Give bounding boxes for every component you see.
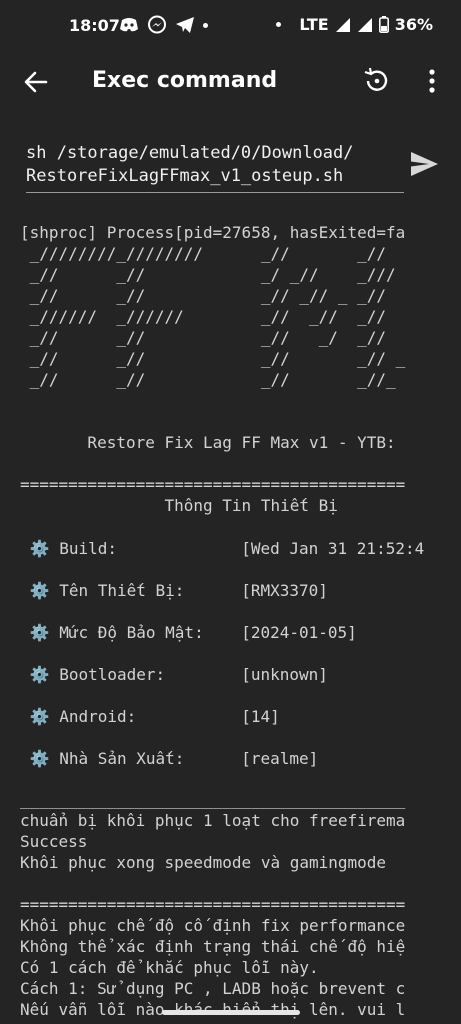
gear-icon: ⚙️: [29, 749, 50, 768]
gear-icon: ⚙️: [29, 623, 50, 642]
device-info-row: ⚙️ Bootloader: [unknown]: [20, 654, 461, 696]
signal-icon: [335, 17, 350, 32]
gear-icon: ⚙️: [29, 707, 50, 726]
device-info-row: ⚙️ Android: [14]: [20, 696, 461, 738]
device-info-row: ⚙️ Tên Thiết Bị: [RMX3370]: [20, 570, 461, 612]
discord-icon: [120, 18, 138, 32]
network-type: LTE: [299, 15, 329, 34]
output-line: Success: [20, 832, 88, 851]
info-label: Mức Độ Bảo Mật:: [59, 623, 204, 642]
ascii-art-line: _// _// _// _//_: [20, 370, 396, 389]
separator-line: ========================================: [20, 895, 406, 914]
output-line: Cách 1: Sử dụng PC , LADB hoặc brevent c: [20, 979, 406, 998]
info-label: Android:: [59, 707, 137, 726]
device-info-row: ⚙️ Nhà Sản Xuất: [realme]: [20, 738, 461, 780]
ascii-art-line: _////// _////// _// _// _//: [20, 307, 387, 326]
system-icons: LTE 36%: [276, 15, 433, 34]
command-output: [shproc] Process[pid=27658, hasExited=fa…: [20, 222, 461, 1024]
info-value: [14]: [241, 707, 280, 726]
indicator-dot: [276, 22, 282, 27]
messenger-icon: [148, 15, 166, 34]
info-value: [unknown]: [241, 665, 328, 684]
info-label: Build:: [59, 539, 117, 558]
gear-icon: ⚙️: [29, 581, 50, 600]
battery-level: 36%: [394, 15, 433, 34]
underline-line: ________________________________________: [20, 790, 406, 809]
back-arrow-icon[interactable]: [22, 68, 50, 96]
status-time: 18:07: [69, 16, 120, 35]
banner-line: Restore Fix Lag FF Max v1 - YTB:: [20, 433, 396, 452]
process-line: [shproc] Process[pid=27658, hasExited=fa: [20, 223, 406, 242]
page-title: Exec command: [92, 68, 278, 93]
status-bar: 18:07 LTE 36%: [0, 0, 461, 52]
ascii-art-line: _// _// _/ _// _///: [20, 265, 396, 284]
ascii-art-line: _////////_//////// _// _//: [20, 244, 387, 263]
command-line-1: sh /storage/emulated/0/Download/: [26, 143, 354, 163]
send-icon[interactable]: [408, 148, 440, 180]
gear-icon: ⚙️: [29, 539, 50, 558]
info-label: Bootloader:: [59, 665, 166, 684]
ascii-art-line: _// _// _// _// _: [20, 349, 406, 368]
gear-icon: ⚙️: [29, 665, 50, 684]
output-line: Khôi phục xong speedmode và gamingmode: [20, 853, 387, 872]
app-bar: Exec command: [0, 52, 461, 114]
info-value: [RMX3370]: [241, 581, 328, 600]
command-line-2: RestoreFixLagFFmax_v1_osteup.sh: [26, 166, 344, 186]
history-icon[interactable]: [362, 66, 392, 96]
notification-icons: [119, 15, 208, 35]
info-label: Nhà Sản Xuất:: [59, 749, 185, 768]
info-value: [2024-01-05]: [241, 623, 357, 642]
output-line: Có 1 cách để khắc phục lỗi này.: [20, 958, 319, 977]
device-info-row: ⚙️ Build: [Wed Jan 31 21:52:4: [20, 528, 461, 570]
more-options-icon[interactable]: [420, 66, 444, 96]
more-notifications-dot: [203, 22, 208, 28]
telegram-icon: [176, 17, 194, 33]
signal-icon-2: [357, 17, 372, 32]
output-line: chuẩn bị khôi phục 1 loạt cho freefirema: [20, 811, 406, 830]
command-input[interactable]: sh /storage/emulated/0/Download/RestoreF…: [26, 142, 404, 193]
separator-line: ========================================: [20, 475, 406, 494]
info-value: [realme]: [241, 749, 319, 768]
info-title: Thông Tin Thiết Bị: [20, 496, 338, 515]
device-info-row: ⚙️ Mức Độ Bảo Mật: [2024-01-05]: [20, 612, 461, 654]
output-line: Khôi phục chế độ cố định fix performance: [20, 916, 406, 935]
battery-icon: [378, 16, 389, 33]
ascii-art-line: _// _// _// _/ _//: [20, 328, 387, 347]
info-value: [Wed Jan 31 21:52:4: [241, 539, 425, 558]
output-line: Không thể xác định trạng thái chế độ hiệ: [20, 937, 406, 956]
ascii-art-line: _// _// _// _// _ _//: [20, 286, 387, 305]
info-label: Tên Thiết Bị:: [59, 581, 185, 600]
gesture-nav-bar[interactable]: [162, 1010, 300, 1015]
